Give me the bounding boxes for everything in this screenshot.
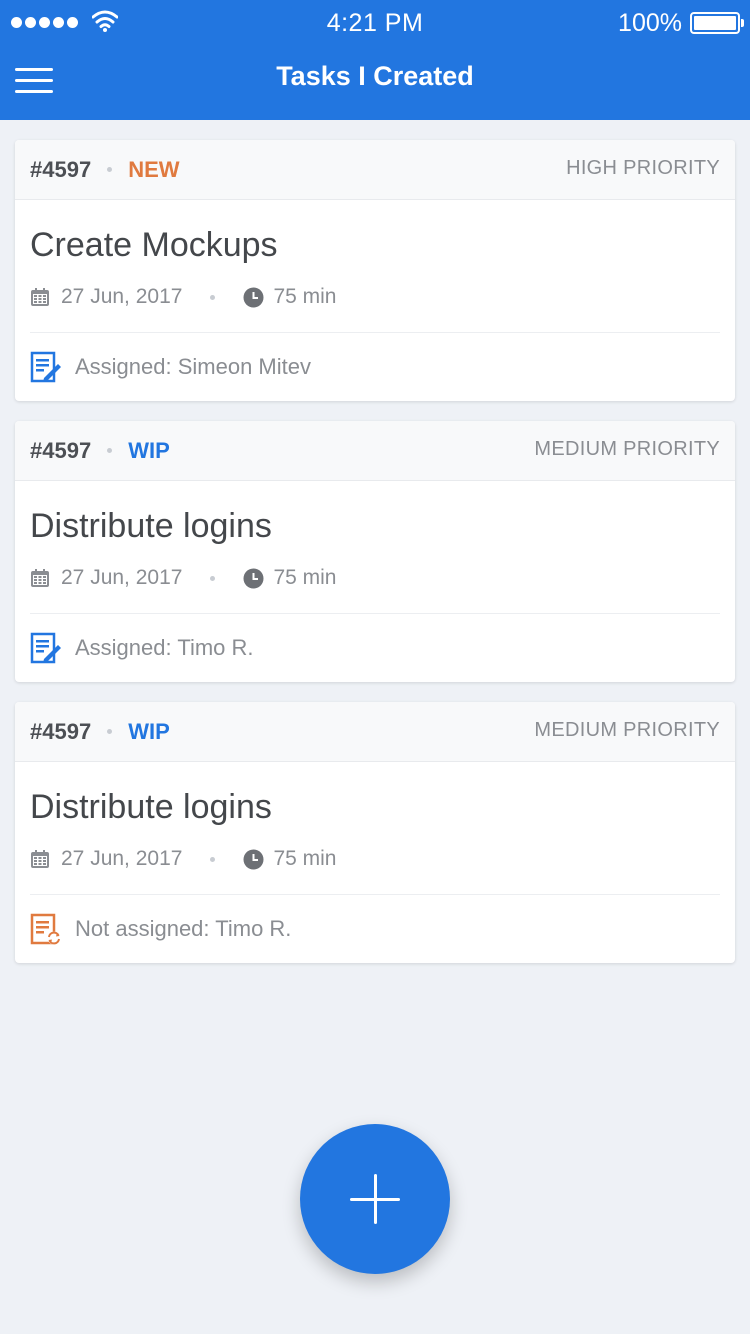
task-title: Distribute logins [30, 788, 272, 826]
separator-dot [107, 448, 113, 453]
battery-percentage: 100% [618, 9, 682, 37]
not-assigned-doc-icon [30, 913, 61, 945]
task-date: 27 Jun, 2017 [61, 847, 183, 870]
task-card-header: #4597 NEW HIGH PRIORITY [15, 140, 735, 200]
page-title: Tasks I Created [276, 61, 474, 91]
clock-icon [243, 568, 264, 588]
status-badge: WIP [128, 718, 170, 744]
task-duration: 75 min [273, 285, 337, 308]
task-number: #4597 [30, 437, 92, 463]
separator-dot [210, 294, 216, 300]
task-title: Distribute logins [30, 507, 272, 545]
priority-label: HIGH PRIORITY [566, 157, 720, 179]
task-duration: 75 min [273, 847, 337, 870]
priority-label: MEDIUM PRIORITY [534, 438, 720, 460]
separator-dot [210, 856, 216, 862]
separator-dot [107, 729, 113, 734]
status-badge: WIP [128, 437, 170, 463]
status-badge: NEW [128, 156, 180, 182]
assigned-doc-icon [30, 351, 61, 383]
assigned-doc-icon [30, 632, 61, 664]
task-meta: 27 Jun, 2017 75 min [30, 282, 720, 332]
task-meta: 27 Jun, 2017 75 min [30, 563, 720, 613]
task-date: 27 Jun, 2017 [61, 566, 183, 589]
add-task-button[interactable] [300, 1124, 450, 1274]
clock-icon [243, 849, 264, 869]
task-list: #4597 NEW HIGH PRIORITY Create Mockups 2… [15, 140, 735, 983]
assignment-row: Not assigned: Timo R. [30, 895, 720, 963]
task-card-header: #4597 WIP MEDIUM PRIORITY [15, 421, 735, 481]
calendar-icon [31, 288, 49, 306]
priority-label: MEDIUM PRIORITY [534, 719, 720, 741]
assignment-text: Assigned: Simeon Mitev [75, 354, 311, 379]
task-card-header: #4597 WIP MEDIUM PRIORITY [15, 702, 735, 762]
task-meta: 27 Jun, 2017 75 min [30, 844, 720, 894]
task-card[interactable]: #4597 WIP MEDIUM PRIORITY Distribute log… [15, 702, 735, 963]
task-card[interactable]: #4597 WIP MEDIUM PRIORITY Distribute log… [15, 421, 735, 682]
task-number: #4597 [30, 718, 92, 744]
status-bar: 4:21 PM 100% [0, 0, 750, 44]
calendar-icon [31, 850, 49, 868]
assignment-row: Assigned: Simeon Mitev [30, 333, 720, 401]
task-duration: 75 min [273, 566, 337, 589]
app-header: Tasks I Created [0, 44, 750, 120]
clock-icon [243, 287, 264, 307]
task-card[interactable]: #4597 NEW HIGH PRIORITY Create Mockups 2… [15, 140, 735, 401]
assignment-row: Assigned: Timo R. [30, 614, 720, 682]
calendar-icon [31, 569, 49, 587]
assignment-text: Not assigned: Timo R. [75, 916, 292, 941]
battery-icon [690, 12, 744, 34]
task-title: Create Mockups [30, 226, 278, 264]
separator-dot [210, 575, 216, 581]
task-number: #4597 [30, 156, 92, 182]
separator-dot [107, 167, 113, 172]
assignment-text: Assigned: Timo R. [75, 635, 254, 660]
task-date: 27 Jun, 2017 [61, 285, 183, 308]
